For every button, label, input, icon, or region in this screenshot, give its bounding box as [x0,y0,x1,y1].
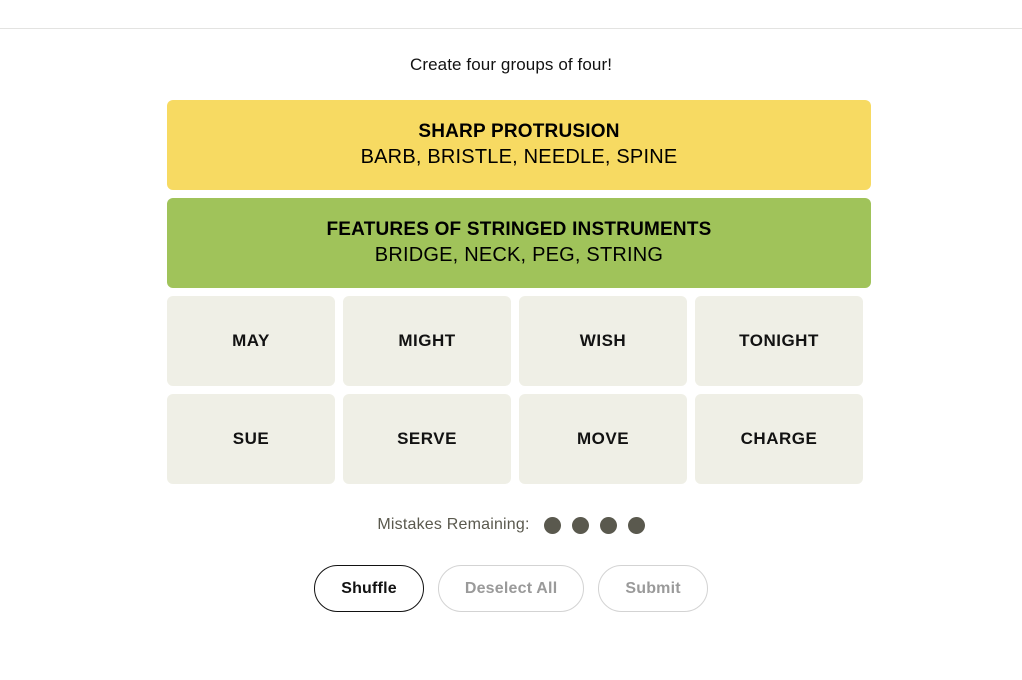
word-tile[interactable]: MAY [167,296,335,386]
solved-group-members: BARB, BRISTLE, NEEDLE, SPINE [360,146,678,168]
mistakes-label: Mistakes Remaining: [377,516,530,533]
solved-group-members: BRIDGE, NECK, PEG, STRING [374,244,664,266]
word-tile[interactable]: SUE [167,394,335,484]
submit-button[interactable]: Submit [598,565,708,612]
mistakes-remaining: Mistakes Remaining: [0,513,1022,537]
shuffle-button[interactable]: Shuffle [314,565,424,612]
solved-group-yellow: SHARP PROTRUSION BARB, BRISTLE, NEEDLE, … [167,100,871,190]
deselect-all-button[interactable]: Deselect All [437,565,585,612]
action-buttons: Shuffle Deselect All Submit [0,565,1022,612]
connections-game: Create four groups of four! SHARP PROTRU… [0,0,1022,680]
tile-row: MAY MIGHT WISH TONIGHT [167,296,871,386]
game-board: SHARP PROTRUSION BARB, BRISTLE, NEEDLE, … [167,100,871,492]
word-tile[interactable]: CHARGE [695,394,863,484]
mistake-dot [599,516,617,534]
instruction-text: Create four groups of four! [409,55,613,74]
word-tile[interactable]: TONIGHT [695,296,863,386]
word-tile[interactable]: WISH [519,296,687,386]
solved-group-green: FEATURES OF STRINGED INSTRUMENTS BRIDGE,… [167,198,871,288]
mistake-dots [543,516,645,534]
word-tile[interactable]: MIGHT [343,296,511,386]
solved-group-title: SHARP PROTRUSION [418,121,620,142]
word-tile[interactable]: MOVE [519,394,687,484]
solved-group-title: FEATURES OF STRINGED INSTRUMENTS [326,219,712,240]
mistake-dot [571,516,589,534]
mistake-dot [543,516,561,534]
word-tile[interactable]: SERVE [343,394,511,484]
mistake-dot [627,516,645,534]
tile-row: SUE SERVE MOVE CHARGE [167,394,871,484]
header-divider [0,28,1022,29]
